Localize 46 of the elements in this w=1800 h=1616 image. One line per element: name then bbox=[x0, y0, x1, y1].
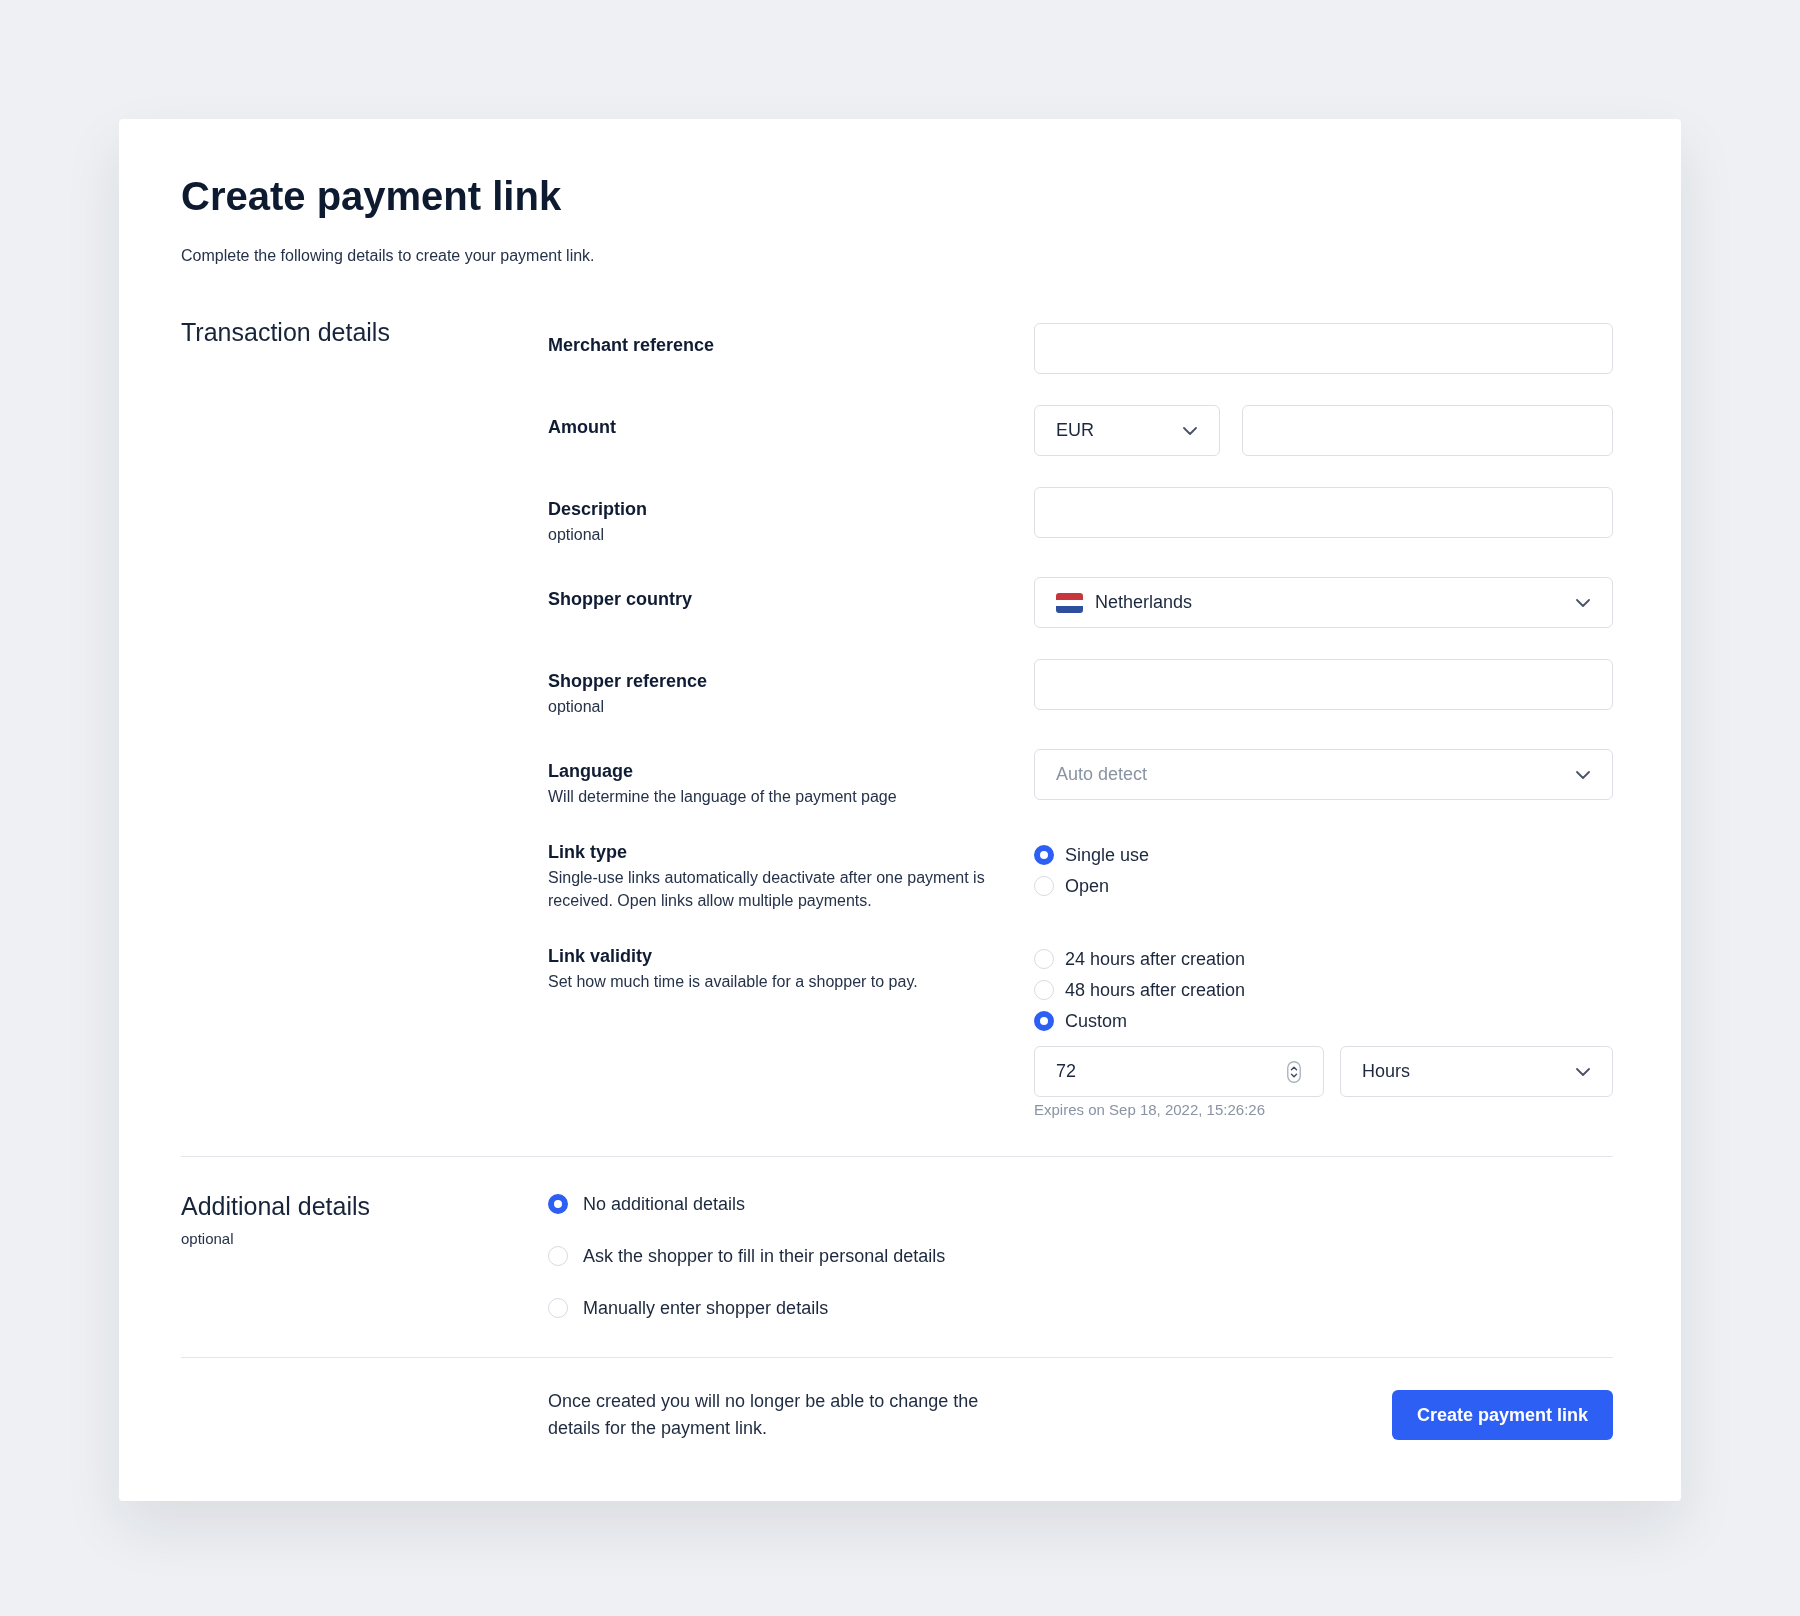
field-hint: optional bbox=[548, 697, 605, 717]
radio-label[interactable]: Manually enter shopper details bbox=[583, 1296, 829, 1320]
input-field[interactable] bbox=[1034, 659, 1613, 710]
section-title: Additional details bbox=[181, 1191, 371, 1222]
input-field[interactable] bbox=[1034, 323, 1613, 374]
radio-label[interactable]: Single use bbox=[1065, 842, 1150, 867]
field-label: Amount bbox=[548, 416, 616, 439]
field-label: Link validity bbox=[548, 945, 653, 968]
amount-field[interactable] bbox=[1242, 405, 1613, 456]
field-hint: Set how much time is available for a shopper to pay. bbox=[548, 972, 918, 992]
chevron-down-icon bbox=[1183, 426, 1197, 435]
currency-dropdown[interactable]: EUR bbox=[1034, 405, 1220, 456]
create-button[interactable]: Create payment link bbox=[1391, 1390, 1613, 1440]
field-hint: Will determine the language of the payment page bbox=[548, 787, 897, 807]
unit-dropdown[interactable]: Hours bbox=[1340, 1046, 1613, 1097]
field-label: Shopper country bbox=[548, 588, 692, 611]
radio-button[interactable] bbox=[1034, 844, 1054, 865]
number-field[interactable]: 72 bbox=[1034, 1046, 1324, 1097]
field-hint: Single-use links automatically deactivate after one payment is received. Open links allow multiple payments. bbox=[548, 868, 986, 911]
country-dropdown[interactable]: Netherlands bbox=[1034, 577, 1613, 628]
field-label: Language bbox=[548, 760, 633, 783]
page-title: Create payment link bbox=[181, 173, 563, 220]
field-label: Shopper reference bbox=[548, 670, 708, 693]
radio-button[interactable] bbox=[1034, 1010, 1054, 1031]
input-field[interactable] bbox=[1034, 487, 1613, 538]
expiry-note: Expires on Sep 18, 2022, 15:26:26 bbox=[1034, 1100, 1266, 1120]
section-title: Transaction details bbox=[181, 317, 391, 348]
stepper-icon bbox=[1287, 1060, 1301, 1083]
field-label: Link type bbox=[548, 841, 627, 864]
flag-icon bbox=[1056, 592, 1083, 613]
page-subtitle: Complete the following details to create your payment link. bbox=[181, 246, 596, 266]
footer-note: Once created you will no longer be able to change the details for the payment link. bbox=[548, 1390, 980, 1440]
field-label: Merchant reference bbox=[548, 334, 715, 357]
field-hint: optional bbox=[548, 525, 605, 545]
radio-button[interactable] bbox=[548, 1194, 568, 1214]
chevron-down-icon bbox=[1576, 770, 1590, 779]
chevron-down-icon bbox=[1576, 598, 1590, 607]
field-label: Description bbox=[548, 498, 648, 521]
radio-label[interactable]: Ask the shopper to fill in their personal details bbox=[583, 1244, 946, 1268]
radio-label[interactable]: 24 hours after creation bbox=[1065, 946, 1246, 971]
radio-label[interactable]: Custom bbox=[1065, 1008, 1127, 1033]
radio-label[interactable]: 48 hours after creation bbox=[1065, 977, 1246, 1002]
radio-label[interactable]: Open bbox=[1065, 873, 1110, 898]
chevron-down-icon bbox=[1576, 1067, 1590, 1076]
section-hint: optional bbox=[181, 1229, 235, 1249]
radio-label[interactable]: No additional details bbox=[583, 1192, 746, 1216]
